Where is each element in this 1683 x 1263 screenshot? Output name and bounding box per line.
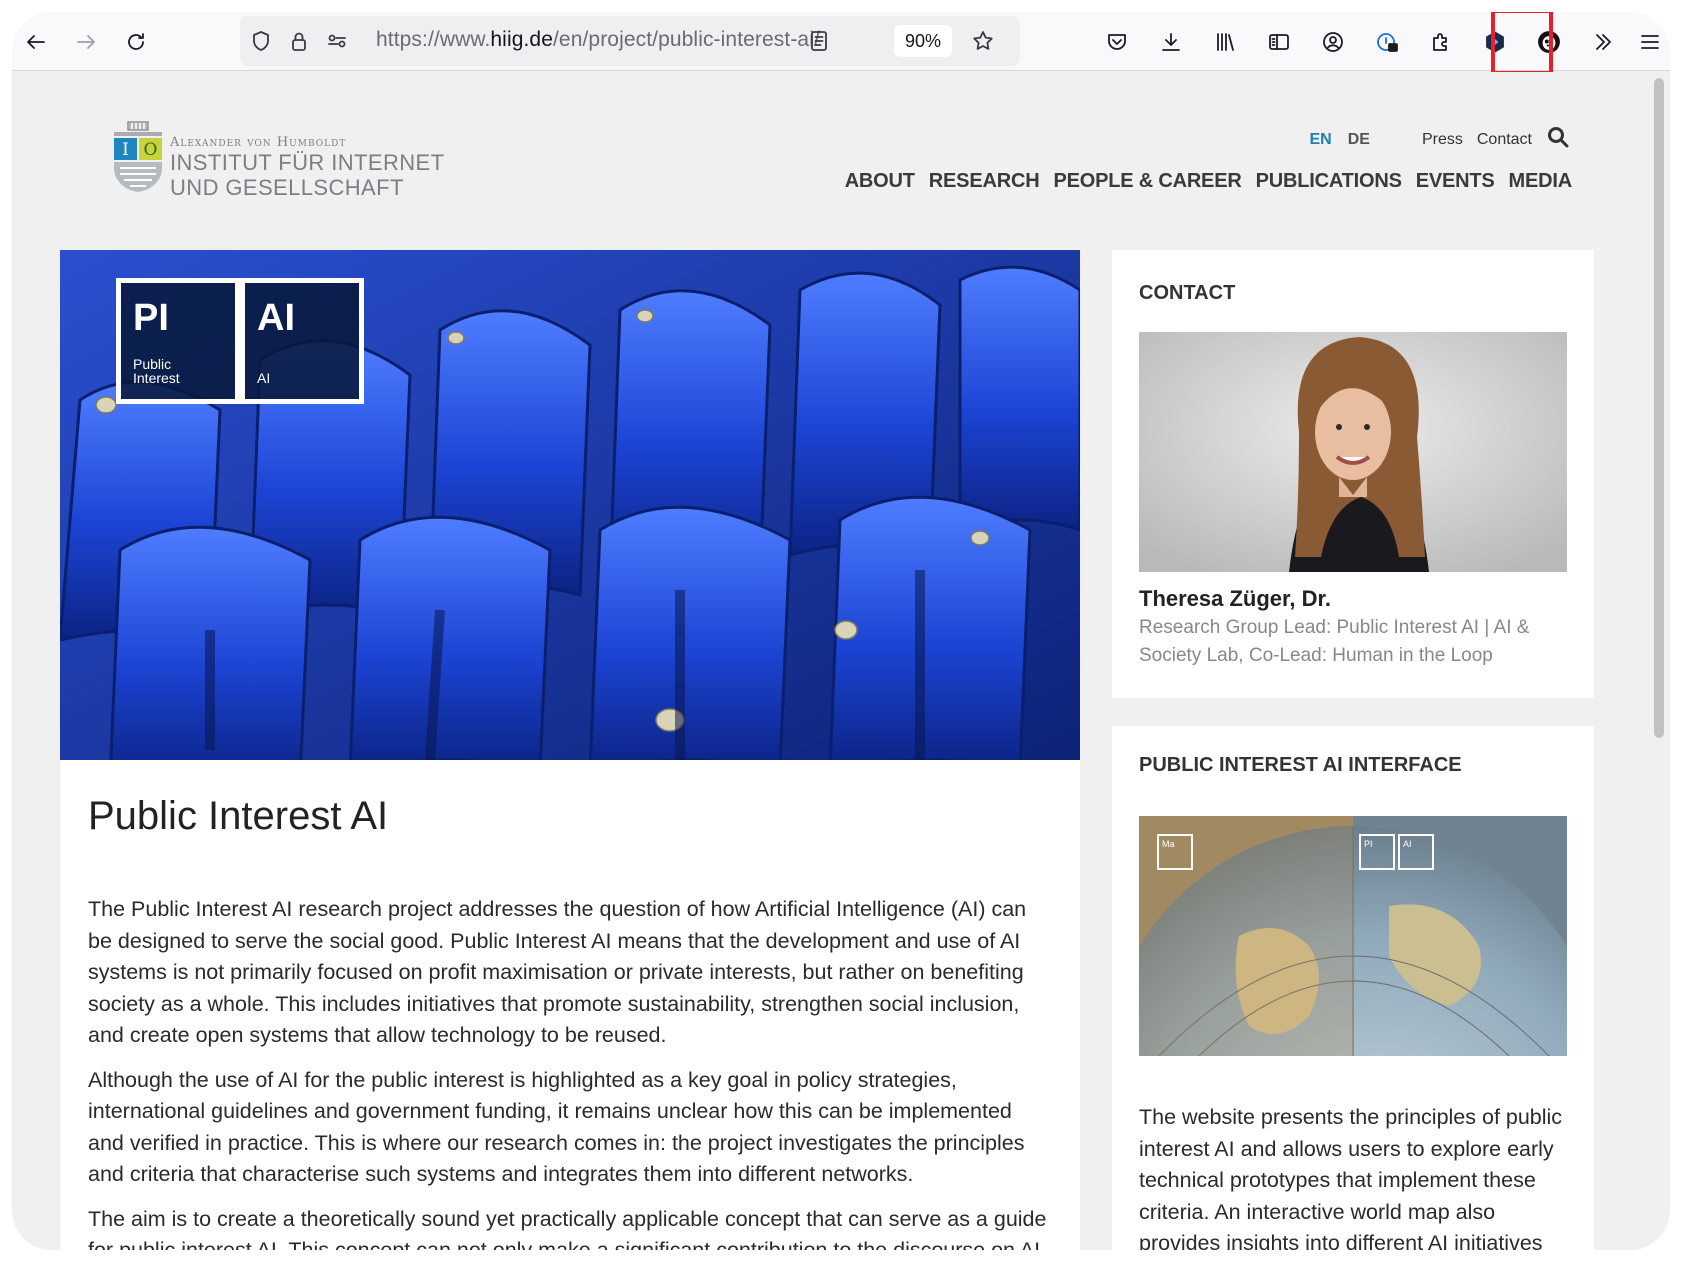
extensions-button[interactable]: [1421, 22, 1461, 62]
hexagon-extension-button[interactable]: [1475, 22, 1515, 62]
permissions-icon[interactable]: [324, 28, 350, 54]
page-scrollbar[interactable]: [1654, 78, 1664, 738]
arrow-left-icon: [27, 35, 45, 49]
article-card: PI Public Interest AI AI Public Interest …: [60, 250, 1080, 1250]
press-link[interactable]: Press: [1422, 131, 1463, 149]
account-icon: [1323, 32, 1343, 52]
hero-tag-ai-caption: AI: [257, 370, 271, 386]
hero-image: PI Public Interest AI AI: [60, 250, 1080, 760]
pocket-button[interactable]: [1097, 22, 1137, 62]
globe-image: [1139, 816, 1567, 1056]
contact-role: Research Group Lead: Public Interest AI …: [1139, 617, 1530, 666]
svg-text:O: O: [144, 140, 158, 160]
logo-line-3: UND GESELLSCHAFT: [170, 175, 404, 200]
page-title: Public Interest AI: [88, 794, 389, 838]
lion-extension-button[interactable]: [1529, 22, 1569, 62]
reload-icon: [128, 33, 144, 50]
web-page: I O Alexander von Humboldt INSTITUT FÜR …: [12, 72, 1670, 1250]
interface-heading: PUBLIC INTEREST AI INTERFACE: [1139, 754, 1462, 776]
globe-tag-ai: AI: [1398, 834, 1434, 870]
sidebar-icon: [1269, 34, 1289, 50]
lion-extension-icon: [1538, 31, 1560, 53]
account-button[interactable]: [1313, 22, 1353, 62]
browser-toolbar: https://www.hiig.de/en/project/public-in…: [12, 12, 1670, 71]
article-paragraph: The Public Interest AI research project …: [88, 897, 1027, 1047]
reader-view-icon[interactable]: [806, 28, 832, 54]
lang-de-link[interactable]: DE: [1348, 131, 1370, 149]
arrow-right-icon: [77, 35, 95, 49]
puzzle-icon: [1433, 33, 1447, 51]
hero-tag-ai: AI AI: [240, 278, 364, 404]
hero-tag-pi-label: PI: [133, 297, 169, 339]
nav-media[interactable]: MEDIA: [1509, 170, 1573, 193]
browser-window: https://www.hiig.de/en/project/public-in…: [12, 12, 1670, 1250]
sidebar-button[interactable]: [1259, 22, 1299, 62]
password-manager-button[interactable]: [1367, 22, 1407, 62]
url-bar[interactable]: https://www.hiig.de/en/project/public-in…: [240, 16, 1020, 66]
zoom-level-button[interactable]: 90%: [894, 25, 952, 57]
article-body: The Public Interest AI research project …: [88, 894, 1048, 1250]
library-button[interactable]: [1205, 22, 1245, 62]
nav-people-career[interactable]: PEOPLE & CAREER: [1053, 170, 1241, 193]
hero-tag-ai-label: AI: [257, 297, 295, 339]
star-icon[interactable]: [970, 28, 996, 54]
svg-text:I: I: [122, 140, 129, 160]
nav-publications[interactable]: PUBLICATIONS: [1256, 170, 1402, 193]
chevrons-right-icon: [1596, 34, 1611, 50]
globe-tag-pi: PI: [1359, 834, 1395, 870]
url-text[interactable]: https://www.hiig.de/en/project/public-in…: [376, 28, 820, 52]
app-menu-button[interactable]: [1630, 22, 1670, 62]
contact-card: CONTACT Theresa Züger, Dr. Research Grou…: [1112, 250, 1594, 698]
lang-en-link[interactable]: EN: [1309, 131, 1331, 149]
search-icon[interactable]: [1546, 125, 1570, 154]
contact-heading: CONTACT: [1139, 282, 1236, 304]
overflow-menu-button[interactable]: [1583, 22, 1623, 62]
top-navigation: EN DE Press Contact: [1309, 125, 1570, 154]
lock-icon[interactable]: [286, 28, 312, 54]
nav-events[interactable]: EVENTS: [1416, 170, 1495, 193]
download-icon: [1162, 33, 1180, 51]
logo-line-2: INSTITUT FÜR INTERNET: [170, 150, 445, 175]
back-button[interactable]: [16, 22, 56, 62]
downloads-button[interactable]: [1151, 22, 1191, 62]
article-paragraph: Although the use of AI for the public in…: [88, 1067, 1025, 1187]
password-manager-icon: [1377, 33, 1398, 52]
library-icon: [1217, 33, 1234, 51]
contact-link[interactable]: Contact: [1477, 131, 1532, 149]
forward-button[interactable]: [66, 22, 106, 62]
hexagon-extension-icon: [1486, 31, 1504, 53]
interface-image[interactable]: Ma PI AI: [1139, 816, 1567, 1056]
article-paragraph: The aim is to create a theoretically sou…: [88, 1206, 1047, 1251]
hero-tag-pi-caption: Public Interest: [133, 356, 180, 386]
hamburger-menu-icon: [1641, 35, 1659, 49]
interface-card: PUBLIC INTEREST AI INTERFACE Ma PI AI Th…: [1112, 726, 1594, 1250]
site-logo[interactable]: I O Alexander von Humboldt INSTITUT FÜR …: [112, 118, 444, 199]
pocket-icon: [1108, 34, 1126, 50]
shield-icon[interactable]: [248, 28, 274, 54]
main-navigation: ABOUT RESEARCH PEOPLE & CAREER PUBLICATI…: [831, 170, 1573, 193]
nav-research[interactable]: RESEARCH: [929, 170, 1040, 193]
globe-tag-ma: Ma: [1157, 834, 1193, 870]
reload-button[interactable]: [116, 22, 156, 62]
hero-tag-public-interest: PI Public Interest: [116, 278, 240, 404]
nav-about[interactable]: ABOUT: [845, 170, 915, 193]
logo-line-1: Alexander von Humboldt: [170, 135, 347, 150]
logo-text: Alexander von Humboldt INSTITUT FÜR INTE…: [170, 136, 444, 199]
interface-description: The website presents the principles of p…: [1139, 1105, 1563, 1250]
contact-name[interactable]: Theresa Züger, Dr.: [1139, 586, 1331, 612]
portrait-photo: [1139, 332, 1567, 572]
institute-crest-icon: I O: [114, 121, 162, 192]
contact-portrait[interactable]: [1139, 332, 1567, 572]
